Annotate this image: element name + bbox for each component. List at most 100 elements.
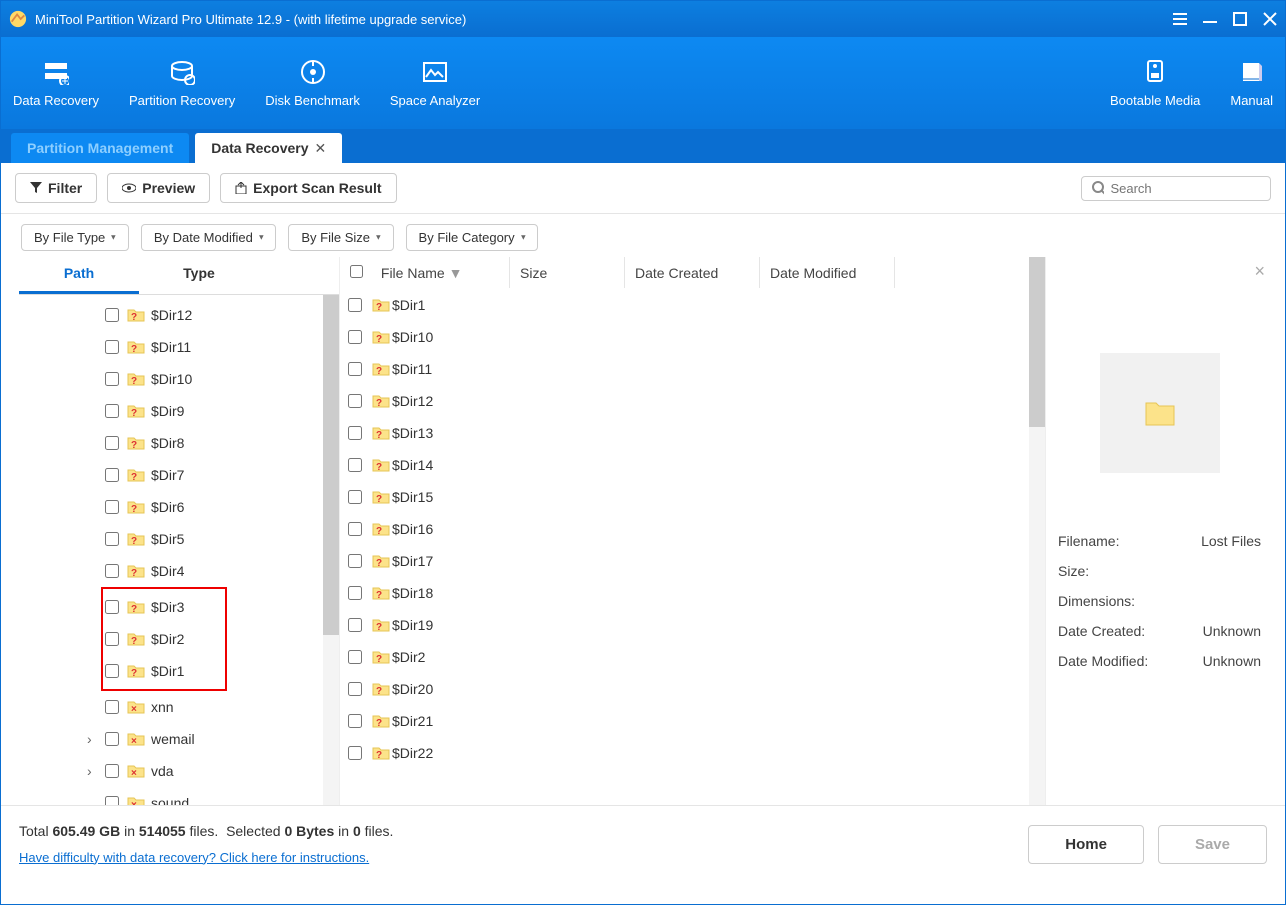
tree-checkbox[interactable] — [105, 436, 119, 450]
tree-node[interactable]: ?$Dir10 — [19, 363, 339, 395]
file-checkbox[interactable] — [348, 746, 362, 760]
tree-checkbox[interactable] — [105, 340, 119, 354]
tree-node[interactable]: ›×wemail — [19, 723, 339, 755]
tree-node[interactable]: ?$Dir5 — [19, 523, 339, 555]
file-checkbox[interactable] — [348, 650, 362, 664]
file-row[interactable]: ?$Dir15 — [340, 481, 1029, 513]
tab-data-recovery[interactable]: Data Recovery ✕ — [195, 133, 342, 163]
tree-node[interactable]: ?$Dir3 — [103, 591, 225, 623]
file-checkbox[interactable] — [348, 490, 362, 504]
tree-node[interactable]: ?$Dir2 — [103, 623, 225, 655]
toolbar-bootable-media[interactable]: Bootable Media — [1110, 59, 1200, 108]
file-row[interactable]: ?$Dir14 — [340, 449, 1029, 481]
file-row[interactable]: ?$Dir13 — [340, 417, 1029, 449]
help-link[interactable]: Have difficulty with data recovery? Clic… — [19, 850, 369, 865]
file-row[interactable]: ?$Dir19 — [340, 609, 1029, 641]
tree-node[interactable]: ×xnn — [19, 691, 339, 723]
col-size[interactable]: Size — [510, 257, 625, 288]
col-filename[interactable]: File Name ▼ — [340, 257, 510, 288]
tree-node[interactable]: ?$Dir12 — [19, 299, 339, 331]
tree-checkbox[interactable] — [105, 372, 119, 386]
file-checkbox[interactable] — [348, 618, 362, 632]
search-input[interactable] — [1110, 181, 1260, 196]
filter-by-file-size[interactable]: By File Size ▸ — [288, 224, 393, 251]
file-checkbox[interactable] — [348, 522, 362, 536]
tree-node[interactable]: ?$Dir7 — [19, 459, 339, 491]
file-row[interactable]: ?$Dir16 — [340, 513, 1029, 545]
tree-checkbox[interactable] — [105, 764, 119, 778]
home-button[interactable]: Home — [1028, 825, 1144, 864]
tree-scrollbar[interactable] — [323, 295, 339, 805]
file-row[interactable]: ?$Dir12 — [340, 385, 1029, 417]
file-row[interactable]: ?$Dir17 — [340, 545, 1029, 577]
tree-checkbox[interactable] — [105, 600, 119, 614]
expand-icon[interactable]: › — [87, 731, 101, 747]
file-checkbox[interactable] — [348, 554, 362, 568]
filter-button[interactable]: Filter — [15, 173, 97, 203]
file-checkbox[interactable] — [348, 330, 362, 344]
tree-checkbox[interactable] — [105, 404, 119, 418]
file-checkbox[interactable] — [348, 586, 362, 600]
file-checkbox[interactable] — [348, 682, 362, 696]
save-button[interactable]: Save — [1158, 825, 1267, 864]
tree-checkbox[interactable] — [105, 732, 119, 746]
file-checkbox[interactable] — [348, 714, 362, 728]
file-row[interactable]: ?$Dir21 — [340, 705, 1029, 737]
tree-node[interactable]: ?$Dir8 — [19, 427, 339, 459]
tree-checkbox[interactable] — [105, 308, 119, 322]
tree-node[interactable]: ×sound — [19, 787, 339, 805]
file-row[interactable]: ?$Dir20 — [340, 673, 1029, 705]
toolbar-partition-recovery[interactable]: Partition Recovery — [129, 59, 235, 108]
tab-partition-management[interactable]: Partition Management — [11, 133, 189, 163]
file-checkbox[interactable] — [348, 298, 362, 312]
maximize-button[interactable] — [1233, 12, 1247, 26]
treetab-type[interactable]: Type — [139, 257, 259, 294]
tree-node[interactable]: ?$Dir11 — [19, 331, 339, 363]
tree-checkbox[interactable] — [105, 468, 119, 482]
file-row[interactable]: ?$Dir18 — [340, 577, 1029, 609]
filter-by-file-type[interactable]: By File Type ▸ — [21, 224, 129, 251]
tree-node[interactable]: ?$Dir4 — [19, 555, 339, 587]
close-button[interactable] — [1263, 12, 1277, 26]
toolbar-disk-benchmark[interactable]: Disk Benchmark — [265, 59, 360, 108]
tree-checkbox[interactable] — [105, 664, 119, 678]
tree-checkbox[interactable] — [105, 500, 119, 514]
toolbar-space-analyzer[interactable]: Space Analyzer — [390, 59, 480, 108]
close-tab-icon[interactable]: ✕ — [315, 140, 327, 157]
export-button[interactable]: Export Scan Result — [220, 173, 396, 203]
preview-button[interactable]: Preview — [107, 173, 210, 203]
tree-node[interactable]: ?$Dir6 — [19, 491, 339, 523]
file-checkbox[interactable] — [348, 458, 362, 472]
col-date-modified[interactable]: Date Modified — [760, 257, 895, 288]
search-box[interactable] — [1081, 176, 1271, 201]
treetab-path[interactable]: Path — [19, 257, 139, 294]
tree-checkbox[interactable] — [105, 632, 119, 646]
close-preview-icon[interactable]: × — [1254, 261, 1265, 282]
select-all-checkbox[interactable] — [350, 265, 363, 278]
tree-checkbox[interactable] — [105, 532, 119, 546]
tree-node[interactable]: ›×vda — [19, 755, 339, 787]
file-checkbox[interactable] — [348, 426, 362, 440]
menu-icon[interactable] — [1173, 12, 1187, 26]
file-row[interactable]: ?$Dir10 — [340, 321, 1029, 353]
filter-by-file-category[interactable]: By File Category ▸ — [406, 224, 539, 251]
file-row[interactable]: ?$Dir1 — [340, 289, 1029, 321]
tree-checkbox[interactable] — [105, 564, 119, 578]
svg-text:?: ? — [131, 344, 137, 354]
file-row[interactable]: ?$Dir22 — [340, 737, 1029, 769]
col-date-created[interactable]: Date Created — [625, 257, 760, 288]
minimize-button[interactable] — [1203, 12, 1217, 26]
tree-checkbox[interactable] — [105, 796, 119, 805]
list-scrollbar[interactable] — [1029, 257, 1045, 805]
tree-node[interactable]: ?$Dir1 — [103, 655, 225, 687]
filter-by-date-modified[interactable]: By Date Modified ▸ — [141, 224, 277, 251]
file-row[interactable]: ?$Dir11 — [340, 353, 1029, 385]
file-checkbox[interactable] — [348, 394, 362, 408]
tree-checkbox[interactable] — [105, 700, 119, 714]
toolbar-manual[interactable]: Manual — [1230, 59, 1273, 108]
expand-icon[interactable]: › — [87, 763, 101, 779]
file-row[interactable]: ?$Dir2 — [340, 641, 1029, 673]
file-checkbox[interactable] — [348, 362, 362, 376]
toolbar-data-recovery[interactable]: Data Recovery — [13, 59, 99, 108]
tree-node[interactable]: ?$Dir9 — [19, 395, 339, 427]
